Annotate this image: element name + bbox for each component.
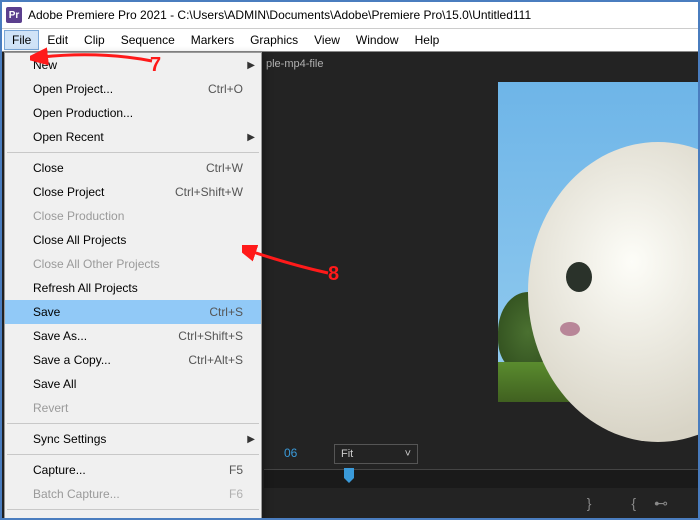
marker-icons[interactable]: } {⊷ <box>587 495 686 512</box>
menu-separator <box>7 454 259 455</box>
menu-separator <box>7 152 259 153</box>
menu-item-label: Close <box>33 161 64 175</box>
menu-item-label: Capture... <box>33 463 86 477</box>
annotation-label-8: 8 <box>328 263 339 286</box>
menu-item-label: New <box>33 58 57 72</box>
menu-item-label: Close Production <box>33 209 124 223</box>
menu-item-open-production[interactable]: Open Production... <box>5 101 261 125</box>
menu-item-label: Close All Other Projects <box>33 257 160 271</box>
menu-item-label: Sync Settings <box>33 432 106 446</box>
menu-markers[interactable]: Markers <box>183 30 242 50</box>
playhead-icon[interactable] <box>344 468 354 478</box>
menu-item-open-recent[interactable]: Open Recent ▶ <box>5 125 261 149</box>
fit-label: Fit <box>341 448 353 460</box>
menu-item-open-project[interactable]: Open Project... Ctrl+O <box>5 77 261 101</box>
video-frame-nose <box>560 322 580 336</box>
window-title: Adobe Premiere Pro 2021 - C:\Users\ADMIN… <box>28 8 531 22</box>
menu-item-close-all-other-projects: Close All Other Projects <box>5 252 261 276</box>
zoom-fit-dropdown[interactable]: Fit ˅ <box>334 444 418 464</box>
file-menu-dropdown: New ▶ Open Project... Ctrl+O Open Production… <box>4 52 262 520</box>
menu-item-save-a-copy[interactable]: Save a Copy... Ctrl+Alt+S <box>5 348 261 372</box>
video-frame-eye <box>566 262 592 292</box>
menu-item-close[interactable]: Close Ctrl+W <box>5 156 261 180</box>
menu-separator <box>7 509 259 510</box>
menu-item-shortcut: Ctrl+Shift+W <box>175 185 243 199</box>
menu-item-shortcut: F6 <box>229 487 243 501</box>
menu-separator <box>7 423 259 424</box>
menu-view[interactable]: View <box>306 30 348 50</box>
menu-item-shortcut: Ctrl+Shift+S <box>178 329 243 343</box>
chevron-right-icon: ▶ <box>247 60 255 71</box>
menu-item-label: Close All Projects <box>33 233 126 247</box>
menu-item-label: Open Project... <box>33 82 113 96</box>
program-monitor <box>498 82 698 482</box>
menu-item-label: Close Project <box>33 185 104 199</box>
menu-item-label: Revert <box>33 401 68 415</box>
app-window: Pr Adobe Premiere Pro 2021 - C:\Users\AD… <box>0 0 700 520</box>
menu-item-shortcut: F5 <box>229 463 243 477</box>
menu-item-label: Refresh All Projects <box>33 281 138 295</box>
chevron-right-icon: ▶ <box>247 132 255 143</box>
menu-item-close-all-projects[interactable]: Close All Projects <box>5 228 261 252</box>
timecode-display: 06 <box>284 446 297 460</box>
menu-item-save[interactable]: Save Ctrl+S <box>5 300 261 324</box>
chevron-right-icon: ▶ <box>247 434 255 445</box>
menu-item-shortcut: Ctrl+W <box>206 161 243 175</box>
menu-item-new[interactable]: New ▶ <box>5 53 261 77</box>
menubar: File Edit Clip Sequence Markers Graphics… <box>2 29 698 52</box>
menu-item-label: Save As... <box>33 329 87 343</box>
menu-item-label: Save a Copy... <box>33 353 111 367</box>
menu-item-shortcut: Ctrl+Alt+S <box>188 353 243 367</box>
menu-edit[interactable]: Edit <box>39 30 76 50</box>
menu-item-label: Batch Capture... <box>33 487 120 501</box>
menu-item-link-media: Link Media... <box>5 513 261 520</box>
menu-item-shortcut: Ctrl+S <box>209 305 243 319</box>
menu-item-close-project[interactable]: Close Project Ctrl+Shift+W <box>5 180 261 204</box>
menu-item-batch-capture: Batch Capture... F6 <box>5 482 261 506</box>
menu-item-label: Open Production... <box>33 106 133 120</box>
chevron-down-icon: ˅ <box>405 448 411 460</box>
menu-file[interactable]: File <box>4 30 39 50</box>
timeline-ruler[interactable] <box>264 469 698 488</box>
menu-item-revert: Revert <box>5 396 261 420</box>
app-icon: Pr <box>6 7 22 23</box>
menu-item-label: Save All <box>33 377 76 391</box>
menu-item-capture[interactable]: Capture... F5 <box>5 458 261 482</box>
menu-item-label: Save <box>33 305 60 319</box>
menu-item-close-production: Close Production <box>5 204 261 228</box>
menu-window[interactable]: Window <box>348 30 407 50</box>
menu-item-refresh-all-projects[interactable]: Refresh All Projects <box>5 276 261 300</box>
menu-graphics[interactable]: Graphics <box>242 30 306 50</box>
menu-item-label: Open Recent <box>33 130 104 144</box>
menu-item-save-as[interactable]: Save As... Ctrl+Shift+S <box>5 324 261 348</box>
menu-clip[interactable]: Clip <box>76 30 113 50</box>
annotation-label-7: 7 <box>150 54 161 77</box>
menu-help[interactable]: Help <box>407 30 448 50</box>
panel-tab[interactable]: ple-mp4-file <box>260 52 323 76</box>
menu-item-sync-settings[interactable]: Sync Settings ▶ <box>5 427 261 451</box>
titlebar: Pr Adobe Premiere Pro 2021 - C:\Users\AD… <box>2 2 698 29</box>
menu-sequence[interactable]: Sequence <box>113 30 183 50</box>
menu-item-shortcut: Ctrl+O <box>208 82 243 96</box>
menu-item-save-all[interactable]: Save All <box>5 372 261 396</box>
